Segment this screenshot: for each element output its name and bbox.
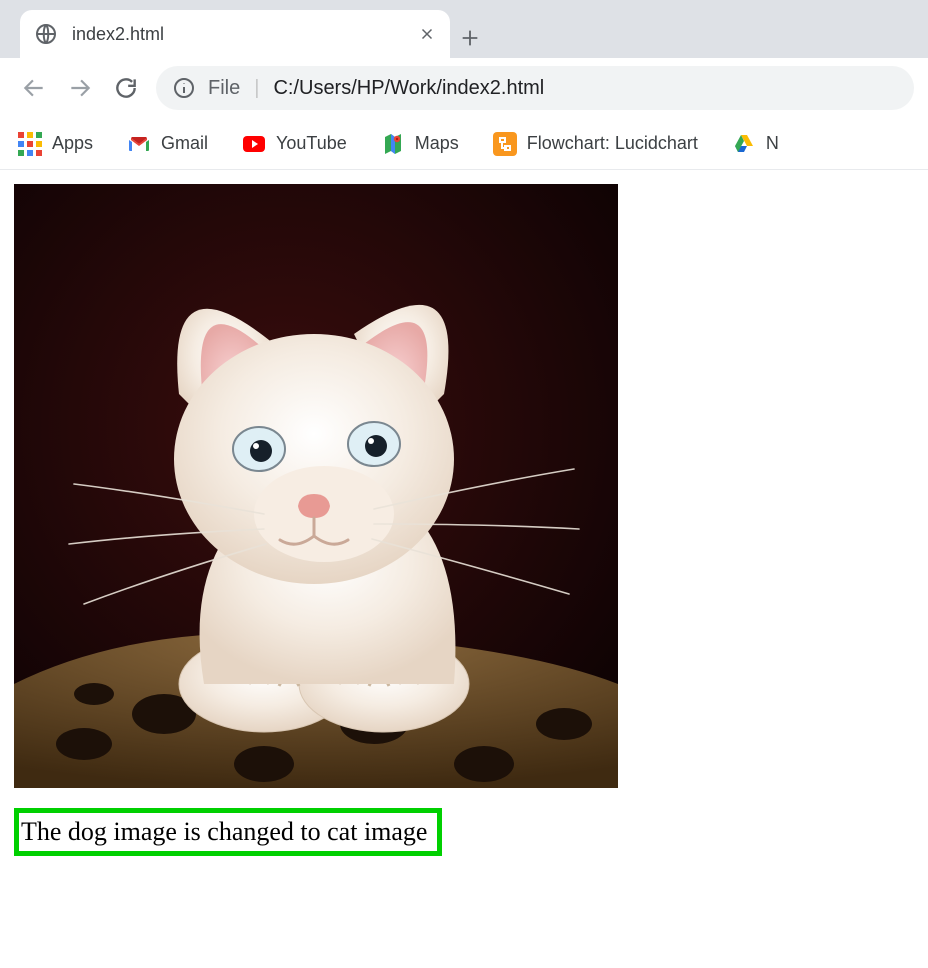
address-bar[interactable]: File | C:/Users/HP/Work/index2.html xyxy=(156,66,914,110)
youtube-icon xyxy=(242,132,266,156)
maps-icon xyxy=(381,132,405,156)
drive-icon xyxy=(732,132,756,156)
bookmarks-bar: Apps Gmail YouTube Maps Flowchart: Lucid… xyxy=(0,118,928,170)
bookmark-lucidchart[interactable]: Flowchart: Lucidchart xyxy=(489,126,702,162)
caption-text: The dog image is changed to cat image xyxy=(21,817,427,846)
site-info-icon[interactable] xyxy=(172,76,196,100)
tab-strip: index2.html xyxy=(0,0,928,58)
bookmark-label: Gmail xyxy=(161,133,208,154)
apps-icon xyxy=(18,132,42,156)
bookmark-youtube[interactable]: YouTube xyxy=(238,126,351,162)
content-image xyxy=(14,184,618,788)
new-tab-button[interactable] xyxy=(450,18,490,58)
page-content: The dog image is changed to cat image xyxy=(0,170,928,870)
bookmark-label: YouTube xyxy=(276,133,347,154)
tab-title: index2.html xyxy=(72,24,418,45)
lucidchart-icon xyxy=(493,132,517,156)
bookmark-label: Apps xyxy=(52,133,93,154)
bookmark-label: Maps xyxy=(415,133,459,154)
bookmark-label: N xyxy=(766,133,779,154)
close-tab-icon[interactable] xyxy=(418,25,436,43)
forward-button[interactable] xyxy=(60,68,100,108)
gmail-icon xyxy=(127,132,151,156)
browser-toolbar: File | C:/Users/HP/Work/index2.html xyxy=(0,58,928,118)
globe-icon xyxy=(34,22,58,46)
back-button[interactable] xyxy=(14,68,54,108)
browser-tab[interactable]: index2.html xyxy=(20,10,450,58)
url-separator: | xyxy=(254,77,259,100)
highlighted-caption: The dog image is changed to cat image xyxy=(14,808,442,856)
url-path: C:/Users/HP/Work/index2.html xyxy=(273,77,544,100)
reload-button[interactable] xyxy=(106,68,146,108)
bookmark-label: Flowchart: Lucidchart xyxy=(527,133,698,154)
url-scheme-label: File xyxy=(208,77,240,100)
bookmark-apps[interactable]: Apps xyxy=(14,126,97,162)
bookmark-gmail[interactable]: Gmail xyxy=(123,126,212,162)
bookmark-drive[interactable]: N xyxy=(728,126,783,162)
bookmark-maps[interactable]: Maps xyxy=(377,126,463,162)
